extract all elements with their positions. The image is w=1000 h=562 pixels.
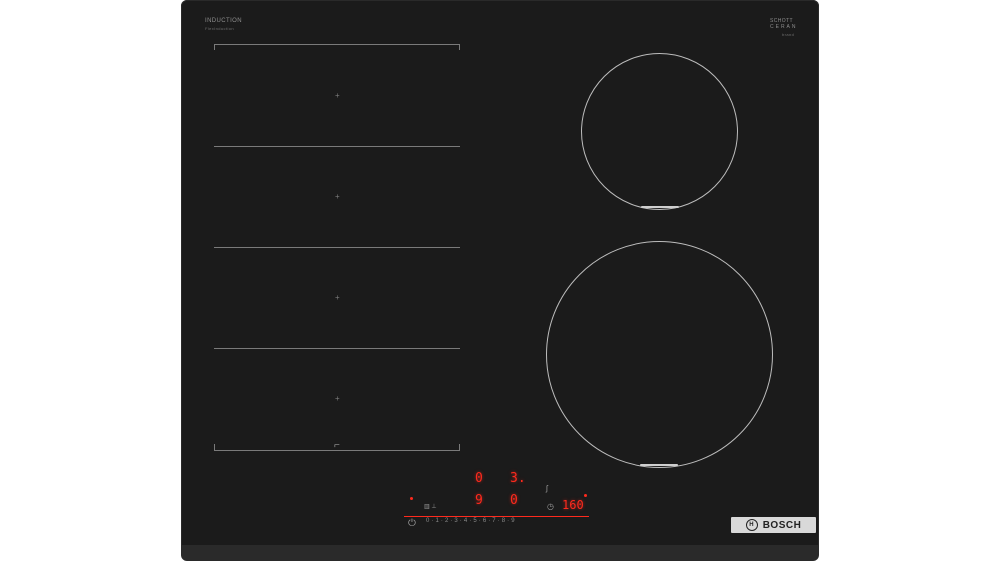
small-round-zone-marker [641,206,679,208]
flex-zone-cross-2: + [335,192,340,201]
flex-zone-top-line [214,44,460,45]
option-icons[interactable]: ▥ ⊥ [424,503,437,511]
flex-zone-cross-4: + [335,394,340,403]
flex-zone-bottom-left-tick [214,444,215,450]
flex-zone-top-right-tick [459,44,460,50]
large-round-zone [546,241,773,468]
power-slider-scale: 0 · 1 · 2 · 3 · 4 · 5 · 6 · 7 · 8 · 9 [426,518,515,524]
flex-zone-cross-3: + [335,293,340,302]
flex-zone-divider-1 [214,146,460,147]
large-round-zone-marker [640,464,678,466]
display-mid-1: 9 [475,493,483,508]
power-icon[interactable]: ⏻ [408,519,416,529]
flex-zone-top-left-tick [214,44,215,50]
display-top-2: 3. [510,471,526,486]
ceran-sublabel: brand [782,32,795,37]
induction-sublabel: FlexInduction [205,26,234,31]
small-round-zone [581,53,738,210]
brand-name: BOSCH [762,519,802,531]
indicator-dot-left [410,497,413,500]
cooktop-frame [181,545,819,561]
pan-icon: ⌐ [334,440,340,451]
induction-label: INDUCTION [205,18,242,24]
function-icon[interactable]: ʃ [546,485,548,493]
timer-icon[interactable]: ◷ [547,503,554,511]
display-top-1: 0 [475,471,483,486]
brand-badge: H BOSCH [731,517,816,533]
ceran-label-2: CERAN [770,24,798,30]
flex-zone-divider-3 [214,348,460,349]
flex-zone-bottom-right-tick [459,444,460,450]
flex-zone-divider-2 [214,247,460,248]
temperature-display: 160 [562,498,584,512]
flex-zone-cross-1: + [335,91,340,100]
display-mid-2: 0 [510,493,518,508]
power-slider[interactable] [404,516,589,517]
bosch-logo-icon: H [745,519,758,531]
indicator-dot-right [584,494,587,497]
